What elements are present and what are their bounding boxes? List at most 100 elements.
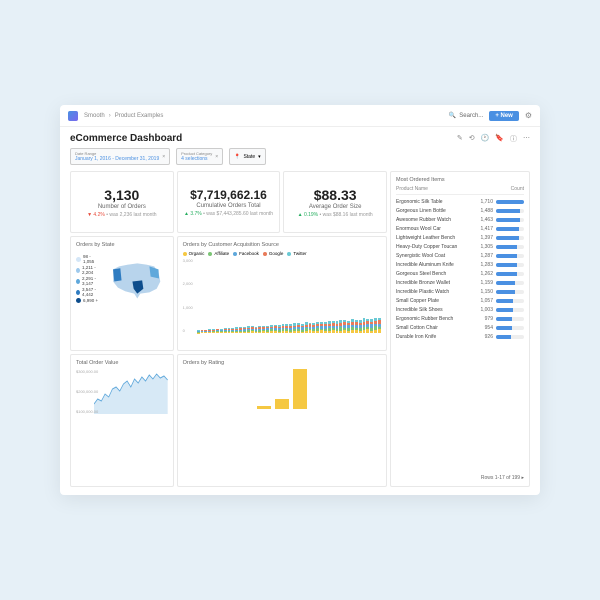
product-count: 1,003 [475,307,493,313]
bar-column [282,324,285,333]
new-button[interactable]: + New [489,111,519,121]
legend-item: 1,211 - 2,204 [76,265,103,275]
table-row[interactable]: Small Copper Plate1,057 [396,296,524,305]
product-count: 1,057 [475,298,493,304]
table-row[interactable]: Heavy-Duty Copper Toucan1,305 [396,242,524,251]
table-row[interactable]: Ergonomic Silk Table1,710 [396,197,524,206]
total-order-value-card: Total Order Value $300,000.00$200,000.00… [70,354,174,487]
product-name: Lightweight Leather Bench [396,235,472,241]
bar-chart[interactable] [183,369,381,409]
page-header: eCommerce Dashboard ✎ ⟲ 🕐 🔖 ⓘ ⋯ [60,127,540,148]
page-title: eCommerce Dashboard [70,133,182,144]
bookmark-icon[interactable]: 🔖 [495,134,504,144]
bar-column [297,323,300,333]
table-row[interactable]: Gorgeous Linen Bottle1,488 [396,206,524,215]
legend-item[interactable]: Google [263,251,284,256]
bar-column [347,321,350,333]
col-header: Count [511,186,524,192]
card-title: Most Ordered Items [396,177,524,183]
sparkbar [496,209,524,213]
bar-column [212,329,215,333]
filter-product-category[interactable]: Product Category 4 selections × [176,148,223,165]
product-name: Ergonomic Rubber Bench [396,316,472,322]
orders-by-rating-card: Orders by Rating [177,354,387,487]
bar-column [324,322,327,333]
breadcrumb-item[interactable]: Smooth [84,113,105,119]
bar-column [239,327,242,333]
product-name: Heavy-Duty Copper Toucan [396,244,472,250]
logo-icon [68,111,78,121]
table-row[interactable]: Awesome Rubber Watch1,463 [396,215,524,224]
breadcrumb-item[interactable]: Product Examples [115,113,164,119]
kpi-card-cumulative: $7,719,662.16 Cumulative Orders Total ▲ … [177,171,281,233]
us-map[interactable] [107,251,168,306]
legend-item: 3,547 - 4,442 [76,287,103,297]
stacked-bar-chart[interactable]: 3,0002,0001,0000 [183,258,381,333]
more-icon[interactable]: ⋯ [523,134,530,144]
table-row[interactable]: Incredible Aluminum Knife1,283 [396,260,524,269]
bar-column [351,319,354,333]
close-icon[interactable]: × [215,154,218,160]
orders-by-source-card: Orders by Customer Acquisition Source Or… [177,236,387,351]
legend-item[interactable]: Organic [183,251,205,256]
bar-column [204,330,207,333]
sparkbar [496,281,524,285]
table-row[interactable]: Durable Iron Knife926 [396,332,524,341]
line-chart[interactable]: $300,000.00$200,000.00$100,000.00 [76,369,168,414]
chart-legend: OrganicAffiliate Facebook GoogleTwitter [183,251,381,256]
product-count: 1,710 [475,199,493,205]
bar-column [370,319,373,333]
product-name: Small Copper Plate [396,298,472,304]
bar-column [309,323,312,333]
product-name: Durable Iron Knife [396,334,472,340]
edit-icon[interactable]: ✎ [457,134,463,144]
product-name: Ergonomic Silk Table [396,199,472,205]
filter-date-range[interactable]: Date Range January 1, 2016 - December 31… [70,148,170,165]
legend-item[interactable]: Affiliate [208,251,229,256]
table-row[interactable]: Incredible Silk Shoes1,003 [396,305,524,314]
product-name: Small Cotton Chair [396,325,472,331]
table-row[interactable]: Incredible Bronze Wallet1,159 [396,278,524,287]
chevron-down-icon: ▾ [258,154,261,160]
table-row[interactable]: Incredible Plastic Watch1,150 [396,287,524,296]
orders-by-state-card: Orders by State 98 - 1,0551,211 - 2,2042… [70,236,174,351]
legend-item[interactable]: Facebook [233,251,259,256]
table-row[interactable]: Enormous Wool Car1,417 [396,224,524,233]
info-icon[interactable]: ⓘ [510,134,517,144]
close-icon[interactable]: × [162,154,165,160]
bar-column [266,326,269,333]
search-placeholder: Search... [459,113,483,119]
product-count: 1,417 [475,226,493,232]
product-count: 979 [475,316,493,322]
rating-bar [257,406,271,409]
table-row[interactable]: Ergonomic Rubber Bench979 [396,314,524,323]
pagination[interactable]: Rows 1-17 of 199 ▸ [396,472,524,481]
filter-value: 4 selections [181,156,212,162]
kpi-delta: ▼ 4.2% • was 2,236 last month [76,212,168,218]
bar-column [208,329,211,333]
legend-item[interactable]: Twitter [287,251,306,256]
table-row[interactable]: Small Cotton Chair954 [396,323,524,332]
bar-column [316,322,319,333]
product-name: Gorgeous Steel Bench [396,271,472,277]
filter-state[interactable]: 📍 State ▾ [229,148,265,165]
refresh-icon[interactable]: ⟲ [469,134,475,144]
table-body: Ergonomic Silk Table1,710Gorgeous Linen … [396,197,524,341]
kpi-label: Cumulative Orders Total [183,203,275,209]
sparkbar [496,245,524,249]
gear-icon[interactable]: ⚙ [525,111,532,120]
clock-icon[interactable]: 🕐 [481,134,490,144]
product-count: 1,488 [475,208,493,214]
map-legend: 98 - 1,0551,211 - 2,2042,291 - 3,1473,54… [76,253,103,304]
product-name: Incredible Silk Shoes [396,307,472,313]
bar-column [255,327,258,333]
sparkbar [496,254,524,258]
bar-column [247,326,250,333]
search-input[interactable]: 🔍 Search... [449,112,484,119]
y-axis: $300,000.00$200,000.00$100,000.00 [76,369,98,414]
card-title: Orders by Rating [183,360,381,366]
table-row[interactable]: Lightweight Leather Bench1,397 [396,233,524,242]
table-row[interactable]: Gorgeous Steel Bench1,262 [396,269,524,278]
bar-column [320,322,323,333]
table-row[interactable]: Synergistic Wool Coat1,287 [396,251,524,260]
